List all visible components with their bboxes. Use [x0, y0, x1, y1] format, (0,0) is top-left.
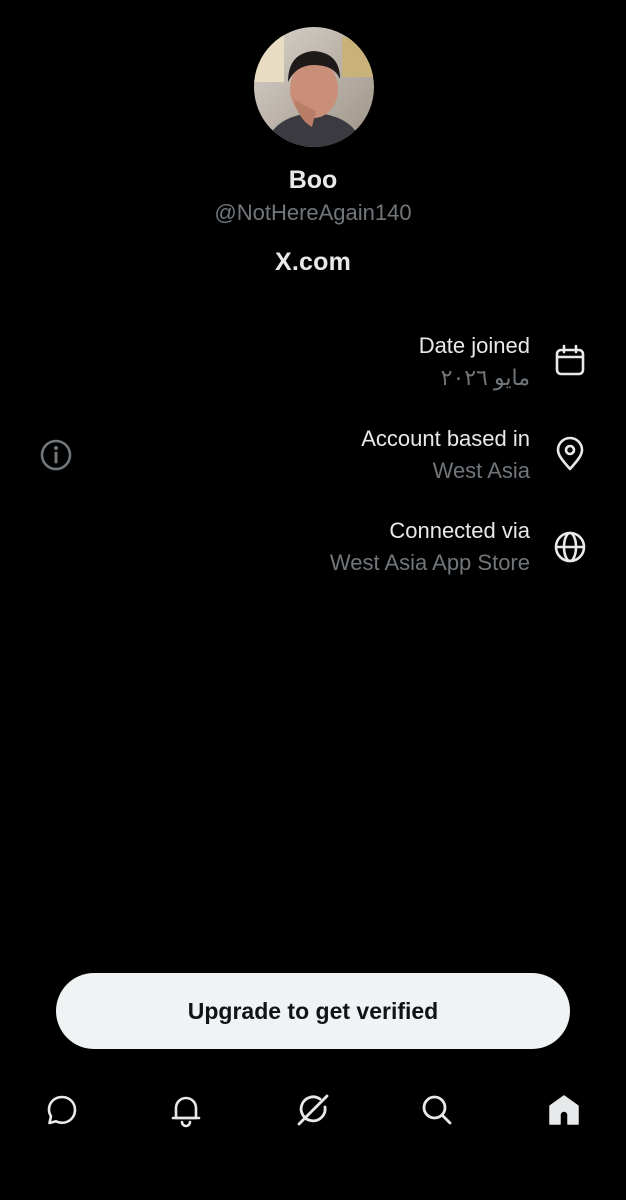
- search-icon: [422, 1095, 452, 1125]
- upgrade-verified-button[interactable]: Upgrade to get verified: [56, 973, 570, 1049]
- tab-grok[interactable]: [293, 1090, 333, 1130]
- profile-handle: @NotHereAgain140: [214, 200, 412, 225]
- date-joined-label: Date joined: [418, 333, 530, 358]
- grok-icon: [297, 1094, 329, 1126]
- globe-icon: [554, 531, 586, 563]
- profile-domain: X.com: [274, 248, 352, 276]
- connected-via-row: Connected via West Asia App Store: [330, 516, 530, 578]
- info-icon[interactable]: [39, 438, 73, 472]
- date-joined-value: مايو ٢٠٢٦: [440, 365, 530, 390]
- tab-search[interactable]: [417, 1090, 457, 1130]
- calendar-icon: [555, 344, 585, 376]
- connected-via-value: West Asia App Store: [329, 550, 530, 575]
- tab-messages[interactable]: [42, 1090, 82, 1130]
- tab-notifications[interactable]: [166, 1090, 206, 1130]
- date-joined-row: Date joined مايو ٢٠٢٦: [419, 331, 530, 393]
- avatar-photo: [254, 27, 374, 147]
- location-pin-icon: [556, 436, 584, 471]
- avatar[interactable]: [254, 27, 374, 147]
- home-icon: [549, 1095, 579, 1125]
- account-based-row: Account based in West Asia: [361, 424, 530, 486]
- messages-icon: [47, 1095, 77, 1125]
- profile-name: Boo: [288, 166, 338, 194]
- connected-via-label: Connected via: [389, 518, 530, 543]
- notifications-icon: [171, 1096, 201, 1128]
- account-based-value: West Asia: [432, 458, 530, 483]
- tab-home[interactable]: [544, 1090, 584, 1130]
- account-based-label: Account based in: [361, 426, 530, 451]
